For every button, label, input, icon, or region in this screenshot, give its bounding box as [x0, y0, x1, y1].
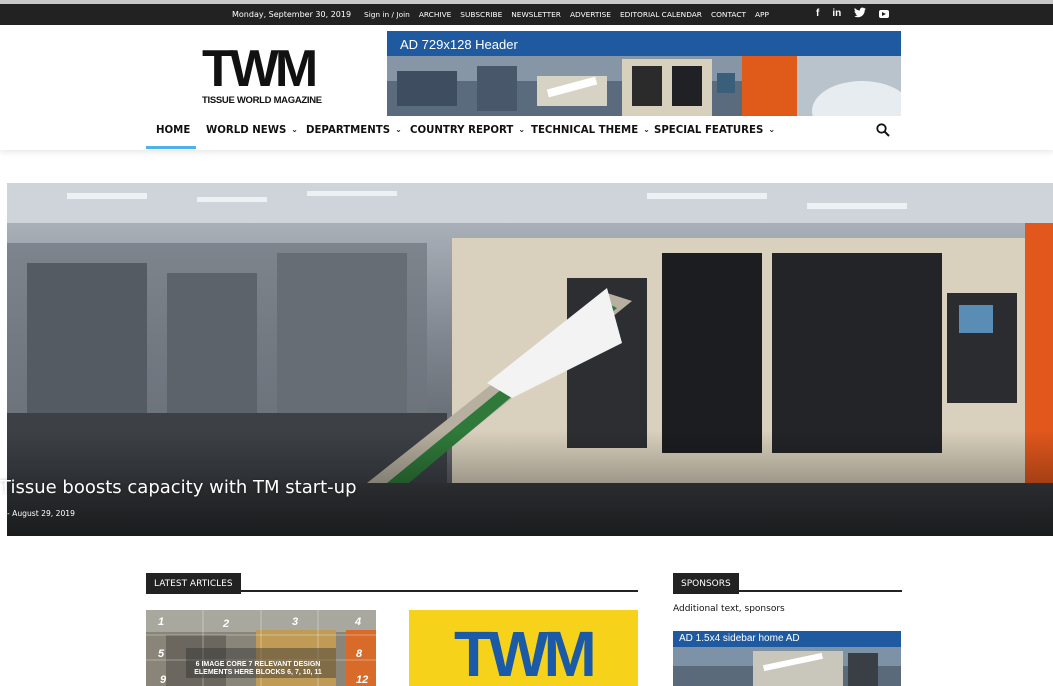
archive-link[interactable]: ARCHIVE: [419, 10, 451, 19]
thumbnail-overlay-text: 6 IMAGE CORE 7 RELEVANT DESIGN ELEMENTS …: [194, 661, 322, 676]
logo-subtitle: TISSUE WORLD MAGAZINE: [202, 95, 322, 106]
nav-special-features[interactable]: SPECIAL FEATURES ⌄: [654, 125, 775, 136]
contact-link[interactable]: CONTACT: [711, 10, 746, 19]
chevron-down-icon: ⌄: [643, 125, 650, 134]
sidebar-ad-label: AD 1.5x4 sidebar home AD: [679, 633, 800, 644]
header-ad-label: AD 729x128 Header: [400, 37, 518, 52]
twm-logo-thumbnail: TWM: [454, 618, 597, 686]
search-icon[interactable]: [876, 123, 890, 137]
chevron-down-icon: ⌄: [395, 125, 402, 134]
nav-departments-label: DEPARTMENTS: [306, 125, 391, 136]
sponsors-text: Additional text, sponsors: [673, 604, 785, 614]
hero-date: - August 29, 2019: [7, 509, 75, 518]
social-links: f in: [816, 7, 890, 23]
latest-articles-header: LATEST ARTICLES: [146, 571, 638, 594]
chevron-down-icon: ⌄: [291, 125, 298, 134]
youtube-icon[interactable]: [879, 7, 890, 23]
header-ad-banner[interactable]: AD 729x128 Header: [387, 31, 901, 116]
advertise-link[interactable]: ADVERTISE: [570, 10, 611, 19]
twitter-icon[interactable]: [854, 7, 867, 23]
app-link[interactable]: APP: [755, 10, 769, 19]
chevron-down-icon: ⌄: [768, 125, 776, 134]
grid-number: 9: [160, 674, 167, 686]
grid-number: 1: [158, 616, 165, 628]
article-thumbnail[interactable]: 1 2 3 4 5 8 9 12 6 IMAGE CORE 7 RELEVANT…: [146, 610, 376, 686]
nav-world-news[interactable]: WORLD NEWS ⌄: [206, 125, 298, 136]
nav-technical-theme[interactable]: TECHNICAL THEME ⌄: [531, 125, 650, 136]
sidebar-ad[interactable]: AD 1.5x4 sidebar home AD: [673, 631, 901, 686]
nav-technical-theme-label: TECHNICAL THEME: [531, 125, 639, 136]
grid-number: 2: [223, 618, 230, 630]
top-links: Sign in / Join ARCHIVE SUBSCRIBE NEWSLET…: [364, 10, 778, 19]
nav-special-features-label: SPECIAL FEATURES: [654, 125, 764, 136]
editorial-calendar-link[interactable]: EDITORIAL CALENDAR: [620, 10, 702, 19]
current-date: Monday, September 30, 2019: [232, 10, 352, 19]
sponsors-header: SPONSORS: [673, 571, 902, 594]
grid-number: 12: [356, 674, 369, 686]
signin-link[interactable]: Sign in / Join: [364, 10, 410, 19]
logo-mark: TWM: [202, 40, 318, 98]
grid-number: 8: [356, 648, 363, 660]
linkedin-icon[interactable]: in: [832, 7, 841, 23]
grid-number: 5: [158, 648, 165, 660]
nav-country-report-label: COUNTRY REPORT: [410, 125, 514, 136]
top-bar: Monday, September 30, 2019 Sign in / Joi…: [0, 0, 1053, 25]
nav-departments[interactable]: DEPARTMENTS ⌄: [306, 125, 402, 136]
grid-number: 4: [355, 616, 362, 628]
nav-home[interactable]: HOME: [156, 125, 190, 136]
newsletter-link[interactable]: NEWSLETTER: [511, 10, 561, 19]
hero-title[interactable]: Tissue boosts capacity with TM start-up: [0, 477, 357, 498]
grid-number: 3: [292, 616, 299, 628]
site-logo[interactable]: TWM TISSUE WORLD MAGAZINE: [202, 40, 327, 110]
chevron-down-icon: ⌄: [518, 125, 526, 134]
sponsors-title: SPONSORS: [673, 573, 739, 594]
facebook-icon[interactable]: f: [816, 7, 819, 23]
main-nav: HOME WORLD NEWS ⌄ DEPARTMENTS ⌄ COUNTRY RE…: [0, 116, 1053, 150]
article-thumbnail[interactable]: TWM: [409, 610, 638, 686]
subscribe-link[interactable]: SUBSCRIBE: [460, 10, 502, 19]
nav-country-report[interactable]: COUNTRY REPORT ⌄: [410, 125, 525, 136]
nav-world-news-label: WORLD NEWS: [206, 125, 287, 136]
latest-articles-title: LATEST ARTICLES: [146, 573, 241, 594]
nav-active-indicator: [146, 146, 196, 149]
